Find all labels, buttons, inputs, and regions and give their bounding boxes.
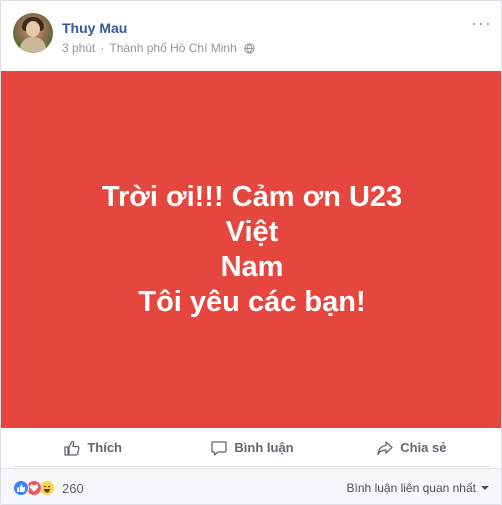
globe-icon[interactable] [244, 42, 255, 54]
like-icon [13, 480, 29, 496]
comment-sort-dropdown[interactable]: Bình luận liên quan nhất [347, 481, 489, 495]
post-text-line: Nam [220, 250, 284, 283]
post-text: Trời ơi!!! Cảm ơn U23 Việt Nam Tôi yêu c… [82, 180, 422, 320]
author-name[interactable]: Thuy Mau [62, 20, 127, 36]
post-text-line: Trời ơi!!! Cảm ơn U23 Việt [101, 180, 403, 248]
ellipsis-icon[interactable]: ··· [471, 14, 492, 32]
post-footer: 260 Bình luận liên quan nhất [1, 468, 501, 504]
author-avatar[interactable] [13, 13, 53, 53]
post-text-line: Tôi yêu các bạn! [138, 285, 366, 318]
avatar-face [26, 21, 40, 37]
post-header: Thuy Mau 3 phút · Thành phố Hồ Chí Minh … [1, 1, 501, 71]
caret-down-icon [481, 486, 489, 490]
post-background: Trời ơi!!! Cảm ơn U23 Việt Nam Tôi yêu c… [1, 71, 501, 428]
share-button[interactable]: Chia sẻ [332, 432, 491, 464]
thumbs-up-icon [64, 440, 80, 456]
post-card: Thuy Mau 3 phút · Thành phố Hồ Chí Minh … [0, 0, 502, 505]
reaction-summary[interactable]: 260 [13, 480, 84, 496]
comment-icon [211, 440, 228, 456]
comment-sort-label: Bình luận liên quan nhất [346, 481, 476, 495]
avatar-body [20, 37, 46, 53]
share-icon [377, 440, 393, 455]
share-label: Chia sẻ [400, 440, 447, 455]
post-location[interactable]: Thành phố Hồ Chí Minh [109, 41, 236, 55]
reaction-count: 260 [62, 480, 84, 496]
meta-separator: · [100, 41, 105, 55]
post-meta: 3 phút · Thành phố Hồ Chí Minh [62, 41, 255, 55]
post-time[interactable]: 3 phút [62, 41, 95, 55]
comment-button[interactable]: Bình luận [172, 432, 331, 464]
like-label: Thích [87, 440, 122, 455]
post-actions: Thích Bình luận Chia sẻ [13, 429, 491, 467]
like-button[interactable]: Thích [13, 432, 172, 464]
comment-label: Bình luận [234, 440, 294, 455]
